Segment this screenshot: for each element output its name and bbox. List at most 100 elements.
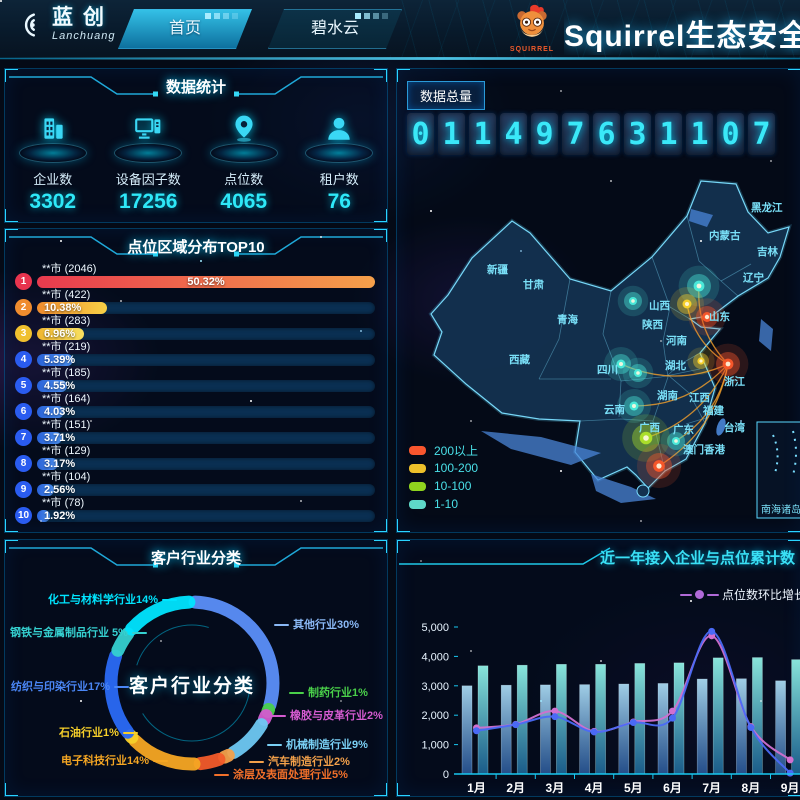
icon-pedestal: [19, 143, 87, 163]
bar-percent: 1.92%: [44, 510, 75, 522]
donut-label-钢铁与金属制品行业: 钢铁与金属制品行业 5%: [10, 624, 151, 640]
region-label: **市 (104): [42, 471, 375, 483]
stat-value: 4065: [198, 190, 290, 214]
rank-badge: 4: [15, 351, 32, 368]
map-legend-row: 1-10: [409, 495, 478, 513]
top10-row[interactable]: **市 (2046)150.32%: [15, 263, 375, 289]
panel-corner: [788, 68, 800, 82]
rank-badge: 3: [15, 325, 32, 342]
logo-subtitle: Lanchuang: [52, 31, 115, 42]
top10-row[interactable]: **市 (151)73.71%: [15, 419, 375, 445]
dashboard-root: 蓝创 Lanchuang 首页碧水云 SQUIRREL Squirrel生态安全…: [0, 0, 800, 800]
counter-digit: 1: [655, 113, 682, 155]
stat-value: 76: [293, 190, 385, 214]
top10-row[interactable]: **市 (78)101.92%: [15, 497, 375, 523]
top10-panel-title: 点位区域分布TOP10: [127, 239, 264, 256]
counter-digit: 0: [717, 113, 744, 155]
region-label: **市 (283): [42, 315, 375, 327]
top10-bar-list[interactable]: **市 (2046)150.32%**市 (422)210.38%**市 (28…: [15, 263, 375, 523]
stats-panel: 数据统计 企业数3302设备因子数17256点位数4065租户数76: [4, 68, 388, 223]
bar-percent: 5.39%: [44, 354, 75, 366]
stat-item-设备因子数: 设备因子数17256: [102, 109, 194, 214]
legend-swatch: [409, 446, 426, 455]
top10-bar-line: 150.32%: [15, 275, 375, 288]
mascot-name: SQUIRREL: [506, 46, 558, 53]
bar-percent: 2.56%: [44, 484, 75, 496]
top10-bar-line: 83.17%: [15, 457, 375, 470]
month-label: 6月: [663, 781, 682, 795]
building-icon: [38, 113, 68, 143]
legend-swatch: [409, 500, 426, 509]
month-label: 2月: [506, 781, 525, 795]
province-label-湖南: 湖南: [657, 389, 678, 402]
region-label: **市 (185): [42, 367, 375, 379]
top10-row[interactable]: **市 (283) 3 6.96%: [15, 315, 375, 341]
squirrel-mascot: SQUIRREL: [506, 2, 558, 53]
bar-track: 2.56%: [37, 484, 375, 496]
province-label-四川: 四川: [597, 364, 618, 376]
map-legend-row: 10-100: [409, 477, 478, 495]
stat-label: 企业数: [7, 169, 99, 188]
legend-dot: [695, 590, 704, 599]
counter-digit: 7: [562, 113, 589, 155]
svg-text:南海诸岛: 南海诸岛: [761, 503, 800, 516]
region-label: **市 (422): [42, 289, 375, 301]
svg-text:5,000: 5,000: [421, 622, 449, 634]
tab-首页[interactable]: 首页: [118, 9, 252, 49]
bar-percent: 3.71%: [44, 432, 75, 444]
label-leader-line: [274, 624, 289, 626]
province-label-台湾: 台湾: [724, 421, 745, 434]
top10-bar-line: 7 3.71%: [15, 431, 375, 444]
top10-row[interactable]: **市 (422)210.38%: [15, 289, 375, 315]
stat-label: 点位数: [198, 169, 290, 188]
counter-digit: 0: [407, 113, 434, 155]
bar-track: 4.55%: [37, 380, 375, 392]
region-label: **市 (2046): [42, 263, 375, 275]
app-title: Squirrel生态安全云平台: [564, 11, 800, 55]
donut-label-电子科技行业: 电子科技行业14%: [61, 752, 172, 768]
rank-badge: 2: [15, 299, 32, 316]
top10-row[interactable]: **市 (219)45.39%: [15, 341, 375, 367]
app-header: 蓝创 Lanchuang 首页碧水云 SQUIRREL Squirrel生态安全…: [0, 0, 800, 59]
brand-logo[interactable]: 蓝创 Lanchuang: [14, 7, 115, 42]
tab-pixel-decoration: [205, 13, 238, 19]
bar-percent: 6.96%: [44, 328, 75, 340]
top10-bar-line: 210.38%: [15, 301, 375, 314]
trend-legend-item[interactable]: 点位数环比增长率: [680, 586, 800, 603]
location-icon: [229, 113, 259, 143]
svg-text:1,000: 1,000: [421, 740, 449, 752]
top10-row[interactable]: **市 (104) 9 2.56%: [15, 471, 375, 497]
month-label: 7月: [702, 781, 721, 795]
month-label: 1月: [467, 781, 486, 795]
donut-label-化工与材料学行业: 化工与材料学行业14%: [48, 591, 181, 607]
top10-row[interactable]: **市 (164)64.03%: [15, 393, 375, 419]
donut-label-橡胶与皮革行业: 橡胶与皮革行业2%: [267, 707, 383, 723]
month-label: 4月: [585, 781, 604, 795]
counter-digit: 4: [500, 113, 527, 155]
top10-row[interactable]: **市 (185)54.55%: [15, 367, 375, 393]
region-label: **市 (78): [42, 497, 375, 509]
province-label-广东: 广东: [673, 423, 694, 436]
stat-icon-box: [293, 109, 385, 167]
trend-chart[interactable]: 01,0002,0003,0004,0005,0001月2月3月4月5月6月7月…: [397, 610, 800, 796]
data-total-counter: 011497631107: [407, 113, 775, 155]
rank-badge: 7: [15, 429, 32, 446]
counter-digit: 1: [686, 113, 713, 155]
label-leader-line: [289, 692, 304, 694]
svg-text:4,000: 4,000: [421, 651, 449, 663]
industry-panel: 客户行业分类 客户行业分类 其他行业30%制药行业1%橡胶与皮革行业2%机械制造…: [4, 539, 388, 797]
trend-panel-title: 近一年接入企业与点位累计数: [600, 547, 795, 568]
province-label-山西: 山西: [649, 299, 670, 312]
tab-碧水云[interactable]: 碧水云: [268, 9, 402, 49]
top10-row[interactable]: **市 (129)83.17%: [15, 445, 375, 471]
counter-digit: 7: [748, 113, 775, 155]
legend-line: [680, 594, 692, 596]
rank-badge: 9: [15, 481, 32, 498]
province-label-广西: 广西: [639, 421, 660, 434]
map-legend: 200以上100-20010-1001-10: [409, 441, 478, 513]
donut-center-label: 客户行业分类: [108, 671, 276, 698]
top10-bar-line: 64.03%: [15, 405, 375, 418]
province-label-浙江: 浙江: [724, 375, 745, 388]
bar-track: 3.71%: [37, 432, 375, 444]
month-label: 3月: [546, 781, 565, 795]
